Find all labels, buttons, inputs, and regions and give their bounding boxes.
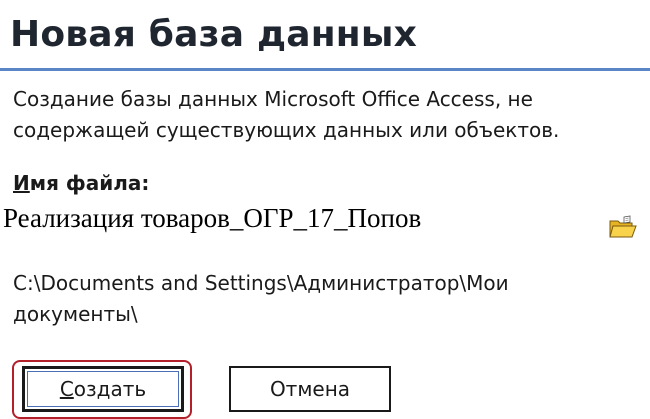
dialog-title: Новая база данных [10,14,418,55]
cancel-button[interactable]: Отмена [229,366,391,412]
browse-folder-button[interactable] [608,214,638,240]
filename-label-accel: И [13,171,30,195]
title-divider [0,68,650,71]
open-folder-icon [609,215,637,238]
create-button-label: оздать [73,377,147,401]
filename-input[interactable] [3,198,593,238]
create-button-accel: С [59,377,74,401]
filename-label-rest: мя файла: [29,171,150,195]
create-button[interactable]: Создать [22,366,184,412]
filename-label: Имя файла: [13,171,149,195]
dialog-description: Создание базы данных Microsoft Office Ac… [13,87,560,142]
save-location-path: C:\Documents and Settings\Администратор\… [13,271,509,326]
